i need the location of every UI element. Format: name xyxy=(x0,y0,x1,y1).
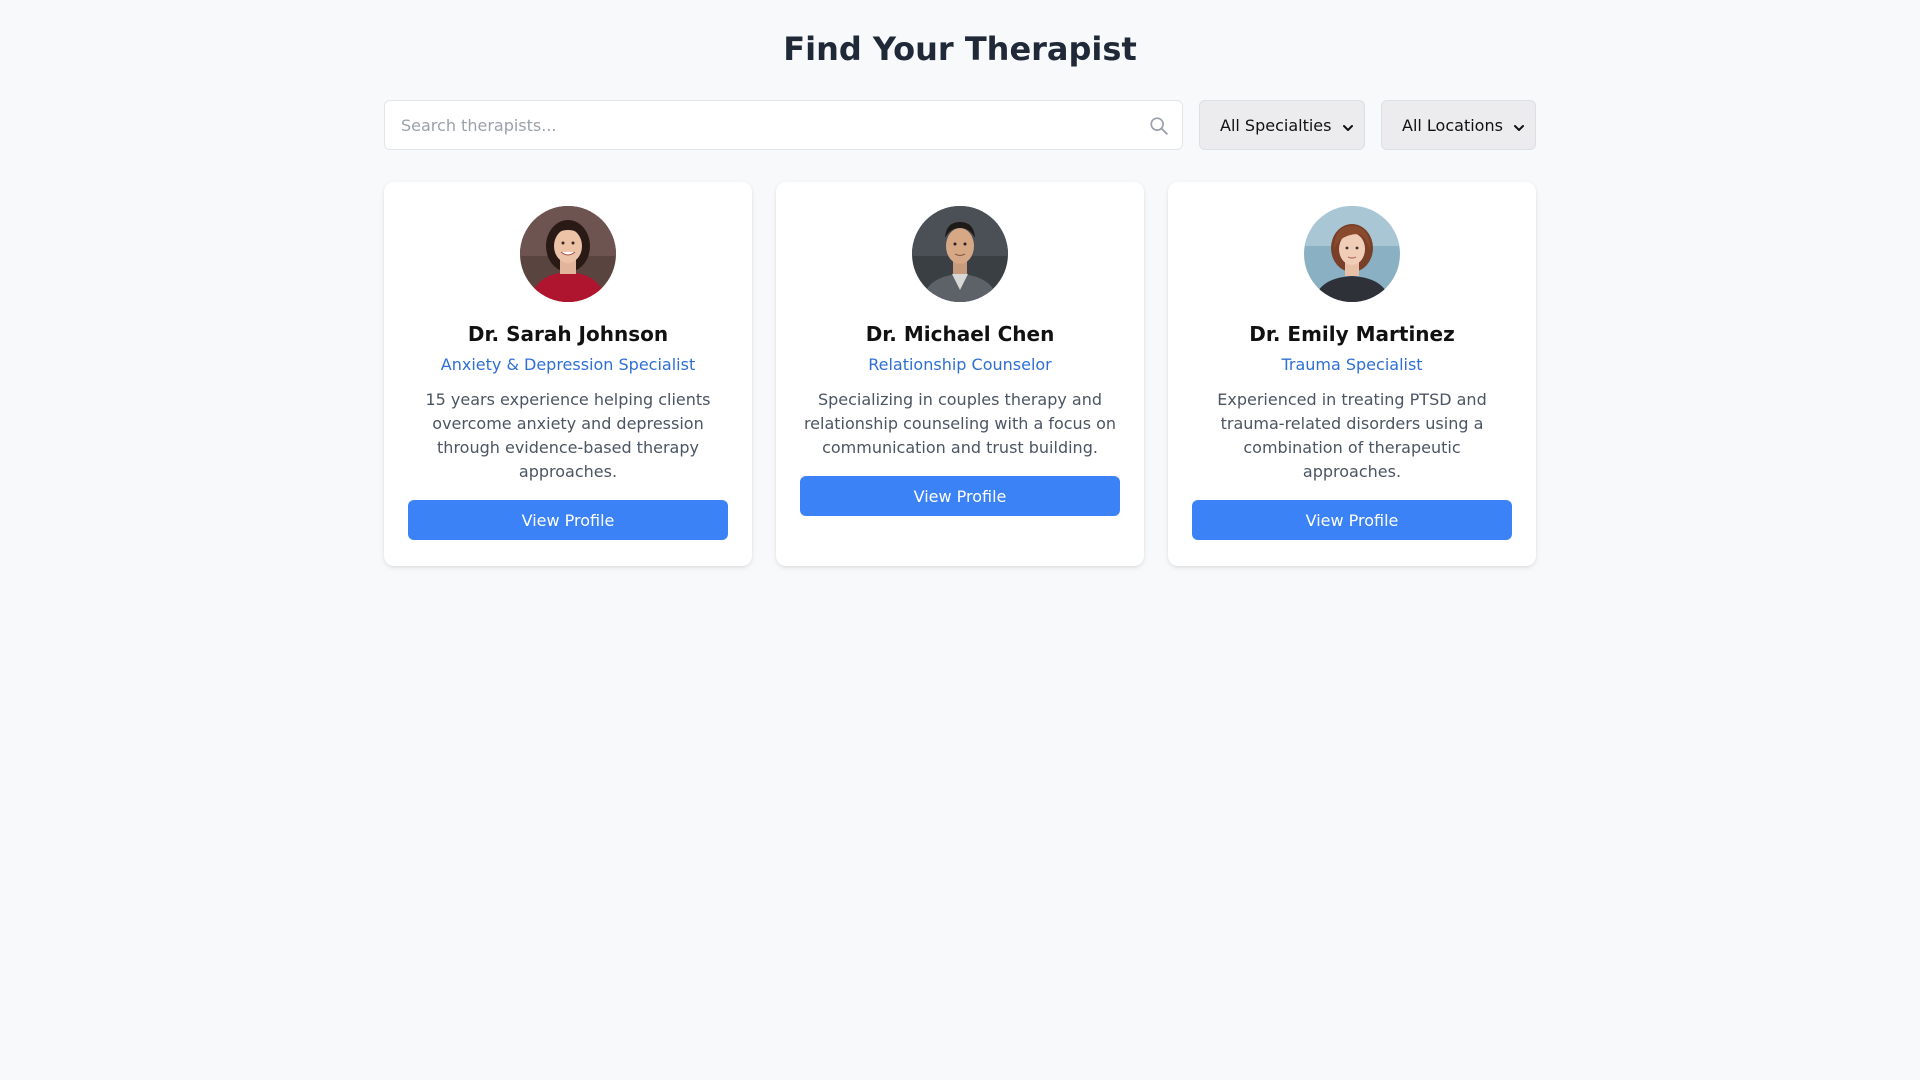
therapist-card: Dr. Sarah Johnson Anxiety & Depression S… xyxy=(384,182,752,566)
therapist-name: Dr. Michael Chen xyxy=(865,322,1055,346)
avatar xyxy=(520,206,616,302)
filter-toolbar: All Specialties All Locations xyxy=(384,100,1536,150)
therapist-card: Dr. Emily Martinez Trauma Specialist Exp… xyxy=(1168,182,1536,566)
avatar xyxy=(912,206,1008,302)
therapist-specialty: Relationship Counselor xyxy=(868,355,1052,374)
search-icon[interactable] xyxy=(1148,115,1170,137)
page-title: Find Your Therapist xyxy=(783,30,1137,68)
view-profile-button[interactable]: View Profile xyxy=(1192,500,1512,540)
specialty-select-value: All Specialties xyxy=(1220,115,1332,135)
page: Find Your Therapist All Specialties All … xyxy=(0,0,1920,1080)
location-select[interactable]: All Locations xyxy=(1381,100,1536,150)
therapist-card: Dr. Michael Chen Relationship Counselor … xyxy=(776,182,1144,566)
therapist-description: 15 years experience helping clients over… xyxy=(425,390,711,481)
therapist-name: Dr. Emily Martinez xyxy=(1249,322,1455,346)
chevron-down-icon xyxy=(1342,119,1354,131)
therapist-description: Experienced in treating PTSD and trauma-… xyxy=(1217,390,1487,481)
view-profile-button[interactable]: View Profile xyxy=(408,500,728,540)
therapist-specialty: Trauma Specialist xyxy=(1281,355,1423,374)
therapist-name: Dr. Sarah Johnson xyxy=(467,322,669,346)
therapist-description: Specializing in couples therapy and rela… xyxy=(803,390,1117,457)
search-box xyxy=(384,100,1183,150)
view-profile-button[interactable]: View Profile xyxy=(800,476,1120,516)
specialty-select[interactable]: All Specialties xyxy=(1199,100,1365,150)
search-input[interactable] xyxy=(385,101,1182,149)
location-select-value: All Locations xyxy=(1402,115,1503,135)
therapist-card-list: Dr. Sarah Johnson Anxiety & Depression S… xyxy=(384,182,1536,566)
chevron-down-icon xyxy=(1513,119,1525,131)
avatar xyxy=(1304,206,1400,302)
therapist-specialty: Anxiety & Depression Specialist xyxy=(440,355,696,374)
